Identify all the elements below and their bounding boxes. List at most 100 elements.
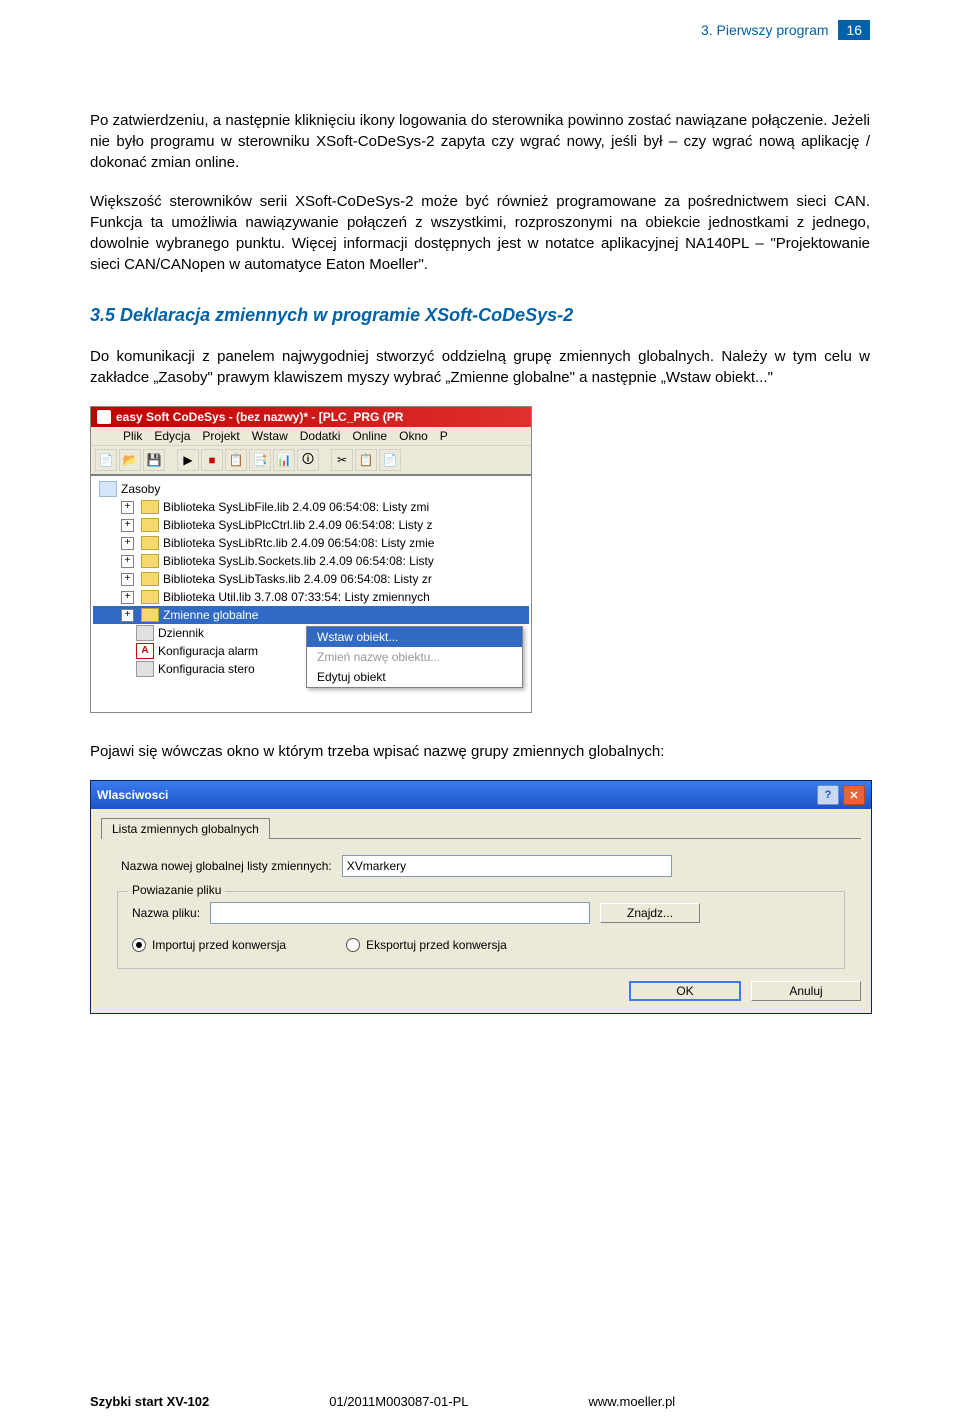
tab-global-vars[interactable]: Lista zmiennych globalnych <box>101 818 270 839</box>
toolbar-run-button[interactable]: ▶ <box>177 449 199 471</box>
tree-label: Biblioteka Util.lib 3.7.08 07:33:54: Lis… <box>163 588 430 606</box>
radio-import-label: Importuj przed konwersja <box>152 938 286 952</box>
section-heading: 3.5 Deklaracja zmiennych w programie XSo… <box>90 305 870 326</box>
ctxmenu-edit-object[interactable]: Edytuj obiekt <box>307 667 522 687</box>
menu-p[interactable]: P <box>440 429 448 443</box>
label-filename: Nazwa pliku: <box>132 906 200 920</box>
radio-import[interactable]: Importuj przed konwersja <box>132 938 286 952</box>
dialog-titlebar: Wlasciwosci ? ✕ <box>91 781 871 809</box>
tree-item[interactable]: + Biblioteka SysLibPlcCtrl.lib 2.4.09 06:… <box>93 516 529 534</box>
toolbar-cut-button[interactable]: ✂ <box>331 449 353 471</box>
ctxmenu-insert-object[interactable]: Wstaw obiekt... <box>307 627 522 647</box>
resources-icon <box>99 481 117 497</box>
diary-icon <box>136 625 154 641</box>
tree-item[interactable]: + Biblioteka Util.lib 3.7.08 07:33:54: Li… <box>93 588 529 606</box>
tree-item[interactable]: +Biblioteka SysLib.Sockets.lib 2.4.09 06… <box>93 552 529 570</box>
label-new-list-name: Nazwa nowej globalnej listy zmiennych: <box>121 859 332 873</box>
paragraph-2: Większość sterowników serii XSoft-CoDeSy… <box>90 191 870 275</box>
input-filename[interactable] <box>210 902 590 924</box>
toolbar-paste-button[interactable]: 📄 <box>379 449 401 471</box>
tree-connector <box>121 646 132 657</box>
folder-icon <box>141 590 159 604</box>
groupbox-legend: Powiazanie pliku <box>128 883 225 897</box>
radio-export[interactable]: Eksportuj przed konwersja <box>346 938 507 952</box>
page-footer: Szybki start XV-102 01/2011M003087-01-PL… <box>0 1388 960 1427</box>
radio-off-icon <box>346 938 360 952</box>
tab-strip: Lista zmiennych globalnych <box>101 817 861 839</box>
ctxmenu-rename-object: Zmień nazwę obiektu... <box>307 647 522 667</box>
tree-label: Biblioteka SysLibFile.lib 2.4.09 06:54:0… <box>163 498 429 516</box>
menu-online[interactable]: Online <box>352 429 387 443</box>
browse-button[interactable]: Znajdz... <box>600 903 700 923</box>
window-titlebar: easy Soft CoDeSys - (bez nazwy)* - [PLC_… <box>91 407 531 427</box>
footer-title: Szybki start XV-102 <box>90 1394 209 1409</box>
tree-root-label: Zasoby <box>121 480 160 498</box>
toolbar-open-button[interactable]: 📂 <box>119 449 141 471</box>
tree-label: Zmienne globalne <box>163 606 258 624</box>
page-header: 3. Pierwszy program 16 <box>90 20 870 40</box>
page-number: 16 <box>838 20 870 40</box>
expand-icon[interactable]: + <box>121 591 134 604</box>
toolbar-save-button[interactable]: 💾 <box>143 449 165 471</box>
tree-connector <box>121 664 132 675</box>
resource-tree[interactable]: Zasoby + Biblioteka SysLibFile.lib 2.4.09… <box>91 475 531 712</box>
tree-label: Konfiguracia stero <box>158 660 255 678</box>
toolbar-stop-button[interactable]: ⏹ <box>201 449 223 471</box>
expand-icon[interactable]: + <box>121 573 134 586</box>
close-button[interactable]: ✕ <box>843 785 865 805</box>
radio-export-label: Eksportuj przed konwersja <box>366 938 507 952</box>
screenshot-properties-dialog: Wlasciwosci ? ✕ Lista zmiennych globalny… <box>90 780 872 1014</box>
help-button[interactable]: ? <box>817 785 839 805</box>
section-label: 3. Pierwszy program <box>701 22 829 38</box>
tree-label: Biblioteka SysLibRtc.lib 2.4.09 06:54:08… <box>163 534 434 552</box>
menu-projekt[interactable]: Projekt <box>202 429 239 443</box>
toolbar-new-button[interactable]: 📄 <box>95 449 117 471</box>
groupbox-file-binding: Powiazanie pliku Nazwa pliku: Znajdz... … <box>117 891 845 969</box>
ok-button[interactable]: OK <box>629 981 741 1001</box>
radio-on-icon <box>132 938 146 952</box>
radio-group-conversion: Importuj przed konwersja Eksportuj przed… <box>132 938 830 952</box>
toolbar-btn-8[interactable]: 📊 <box>273 449 295 471</box>
screenshot-codesys-window: easy Soft CoDeSys - (bez nazwy)* - [PLC_… <box>90 406 532 713</box>
footer-docid: 01/2011M003087-01-PL <box>329 1394 468 1409</box>
expand-icon[interactable]: + <box>121 555 134 568</box>
folder-icon <box>141 572 159 586</box>
menu-edycja[interactable]: Edycja <box>154 429 190 443</box>
tree-label: Biblioteka SysLibTasks.lib 2.4.09 06:54:… <box>163 570 432 588</box>
tree-connector <box>121 628 132 639</box>
menu-dodatki[interactable]: Dodatki <box>300 429 341 443</box>
tree-item[interactable]: + Biblioteka SysLibTasks.lib 2.4.09 06:54… <box>93 570 529 588</box>
toolbar-copy-button[interactable]: 📋 <box>355 449 377 471</box>
alarm-icon: A <box>136 643 154 659</box>
folder-icon <box>141 518 159 532</box>
row-filename: Nazwa pliku: Znajdz... <box>132 902 830 924</box>
config-icon <box>136 661 154 677</box>
menu-plik[interactable]: Plik <box>123 429 142 443</box>
collapse-icon[interactable]: + <box>121 609 134 622</box>
tree-label: Biblioteka SysLibPlcCtrl.lib 2.4.09 06:5… <box>163 516 432 534</box>
tree-item[interactable]: + Biblioteka SysLibRtc.lib 2.4.09 06:54:0… <box>93 534 529 552</box>
tree-root[interactable]: Zasoby <box>93 480 529 498</box>
menu-wstaw[interactable]: Wstaw <box>252 429 288 443</box>
expand-icon[interactable]: + <box>121 519 134 532</box>
dialog-title: Wlasciwosci <box>97 788 168 802</box>
cancel-button[interactable]: Anuluj <box>751 981 861 1001</box>
input-list-name[interactable]: XVmarkery <box>342 855 672 877</box>
folder-icon <box>141 608 159 622</box>
tree-item-selected[interactable]: + Zmienne globalne <box>93 606 529 624</box>
context-menu[interactable]: Wstaw obiekt... Zmień nazwę obiektu... E… <box>306 626 523 688</box>
folder-icon <box>141 536 159 550</box>
menubar[interactable]: Plik Edycja Projekt Wstaw Dodatki Online… <box>91 427 531 446</box>
paragraph-3: Do komunikacji z panelem najwygodniej st… <box>90 346 870 388</box>
toolbar-btn-7[interactable]: 📑 <box>249 449 271 471</box>
row-name: Nazwa nowej globalnej listy zmiennych: X… <box>121 855 861 877</box>
tree-item[interactable]: + Biblioteka SysLibFile.lib 2.4.09 06:54:… <box>93 498 529 516</box>
expand-icon[interactable]: + <box>121 501 134 514</box>
expand-icon[interactable]: + <box>121 537 134 550</box>
toolbar-btn-6[interactable]: 📋 <box>225 449 247 471</box>
folder-icon <box>141 500 159 514</box>
menu-system-icon[interactable] <box>97 429 111 443</box>
paragraph-1: Po zatwierdzeniu, a następnie kliknięciu… <box>90 110 870 173</box>
toolbar-btn-9[interactable]: 🛈 <box>297 449 319 471</box>
menu-okno[interactable]: Okno <box>399 429 428 443</box>
